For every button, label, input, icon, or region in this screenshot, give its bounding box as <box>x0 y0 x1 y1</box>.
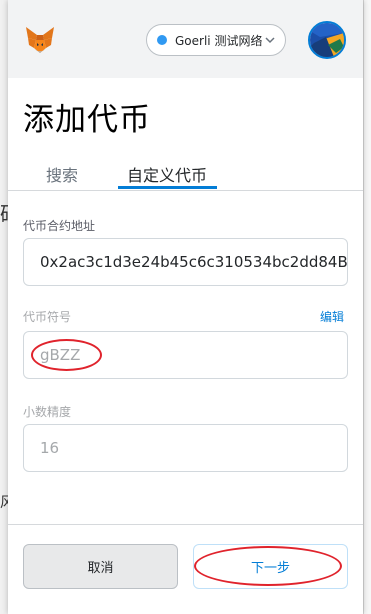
network-selector[interactable]: Goerli 测试网络 <box>146 24 286 56</box>
edit-symbol-link[interactable]: 编辑 <box>320 308 344 325</box>
active-tab-indicator <box>118 186 217 189</box>
tab-custom-token[interactable]: 自定义代币 <box>127 162 207 186</box>
cancel-button[interactable]: 取消 <box>23 544 178 589</box>
token-address-value: 0x2ac3c1d3e24b45c6c310534bc2dd84B <box>40 253 348 271</box>
next-button[interactable]: 下一步 <box>193 544 348 589</box>
token-decimals-input[interactable]: 16 <box>23 424 348 472</box>
background-text: 风 <box>0 495 8 511</box>
footer-divider <box>8 524 363 525</box>
account-avatar-icon[interactable] <box>308 21 346 59</box>
tab-bar: 搜索 自定义代币 <box>8 150 363 191</box>
tab-search[interactable]: 搜索 <box>46 162 78 186</box>
decimals-label: 小数精度 <box>23 405 72 419</box>
token-decimals-value: 16 <box>40 439 60 457</box>
background-right-strip <box>363 0 371 614</box>
token-symbol-value: gBZZ <box>40 346 81 364</box>
metamask-fox-icon[interactable] <box>24 24 56 56</box>
app-header: Goerli 测试网络 <box>8 0 363 78</box>
cancel-button-label: 取消 <box>87 561 114 576</box>
page-title: 添加代币 <box>23 102 151 138</box>
chevron-down-icon <box>265 37 275 44</box>
next-button-label: 下一步 <box>250 561 290 576</box>
metamask-popup: Goerli 测试网络 添加代币 搜索 自定义代币 代币合约地址 0x2ac3c… <box>8 0 363 614</box>
network-label: Goerli 测试网络 <box>175 33 263 48</box>
token-symbol-input[interactable]: gBZZ <box>23 331 348 379</box>
address-label: 代币合约地址 <box>23 219 96 233</box>
network-status-dot <box>157 35 167 45</box>
symbol-label: 代币符号 <box>23 310 72 324</box>
background-left-strip: 硕 风 <box>0 0 8 614</box>
token-address-input[interactable]: 0x2ac3c1d3e24b45c6c310534bc2dd84B <box>23 238 348 286</box>
background-text: 硕 <box>0 198 8 227</box>
